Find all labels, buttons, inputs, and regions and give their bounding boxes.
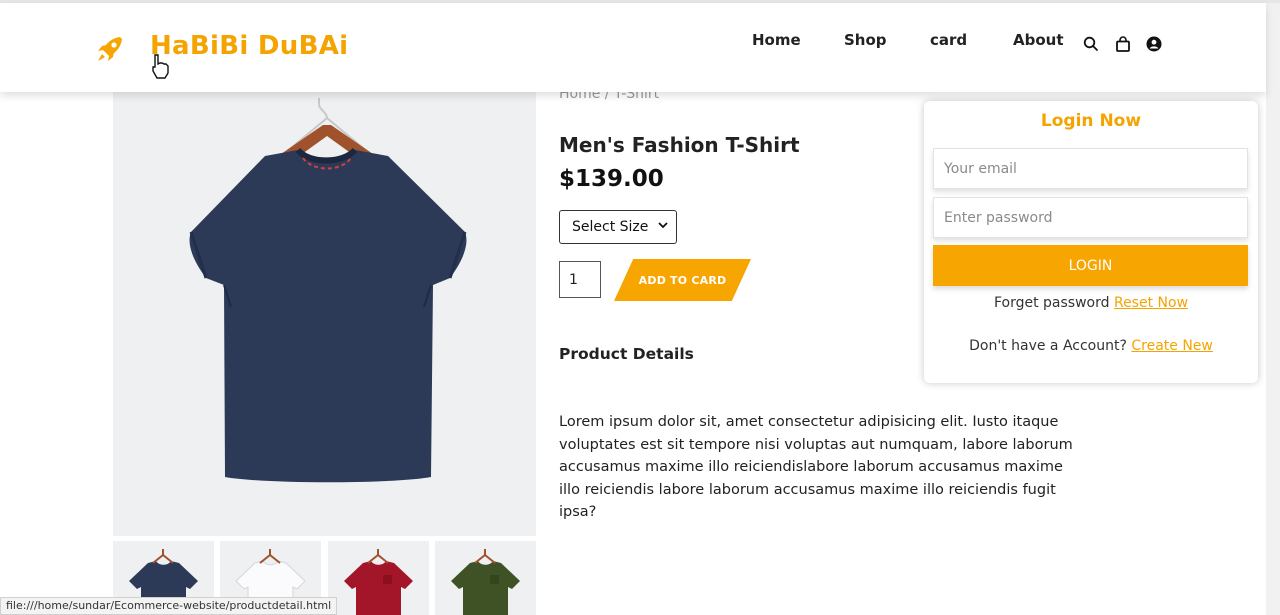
nav-home[interactable]: Home <box>752 31 801 49</box>
product-details-heading: Product Details <box>559 345 694 363</box>
nav-card[interactable]: card <box>930 31 967 49</box>
tshirt-image <box>189 98 467 483</box>
product-price: $139.00 <box>559 166 664 192</box>
add-to-card-button[interactable]: ADD TO CARD <box>614 259 751 301</box>
tshirt-red-thumb <box>344 549 413 615</box>
create-new-link[interactable]: Create New <box>1131 338 1213 354</box>
page-scrollbar[interactable] <box>1266 3 1280 615</box>
login-button[interactable]: LOGIN <box>933 245 1248 286</box>
forget-password-line: Forget password Reset Now <box>924 295 1258 311</box>
quantity-input[interactable]: 1 <box>559 261 601 298</box>
account-text: Don't have a Account? <box>969 338 1127 354</box>
nav-shop[interactable]: Shop <box>844 31 887 49</box>
email-field[interactable]: Your email <box>933 148 1248 189</box>
tshirt-green-thumb <box>451 549 520 615</box>
site-header: HaBiBi DuBAi Home Shop card About <box>0 3 1266 92</box>
product-title: Men's Fashion T-Shirt <box>559 133 800 157</box>
reset-now-link[interactable]: Reset Now <box>1114 295 1188 311</box>
size-select-label: Select Size <box>572 219 649 235</box>
login-panel: Login Now Your email Enter password LOGI… <box>924 101 1258 383</box>
shopping-bag-icon[interactable] <box>1115 36 1131 52</box>
size-select[interactable]: Select Size <box>559 210 677 244</box>
user-circle-icon[interactable] <box>1146 36 1162 52</box>
nav-about[interactable]: About <box>1013 31 1064 49</box>
login-title: Login Now <box>1040 111 1142 131</box>
password-field[interactable]: Enter password <box>933 197 1248 238</box>
status-bar-url: file:///home/sundar/Ecommerce-website/pr… <box>0 597 338 615</box>
chevron-down-icon <box>658 222 668 229</box>
product-description: Lorem ipsum dolor sit, amet consectetur … <box>559 414 1073 521</box>
hand-cursor-icon <box>152 54 169 79</box>
thumbnail-green[interactable] <box>435 541 536 615</box>
create-account-line: Don't have a Account? Create New <box>924 338 1258 354</box>
rocket-icon[interactable] <box>94 33 126 65</box>
brand-name[interactable]: HaBiBi DuBAi <box>150 31 348 61</box>
search-icon[interactable] <box>1083 36 1099 52</box>
thumbnail-red[interactable] <box>328 541 429 615</box>
forget-password-text: Forget password <box>993 295 1110 311</box>
product-main-image[interactable] <box>113 92 536 536</box>
